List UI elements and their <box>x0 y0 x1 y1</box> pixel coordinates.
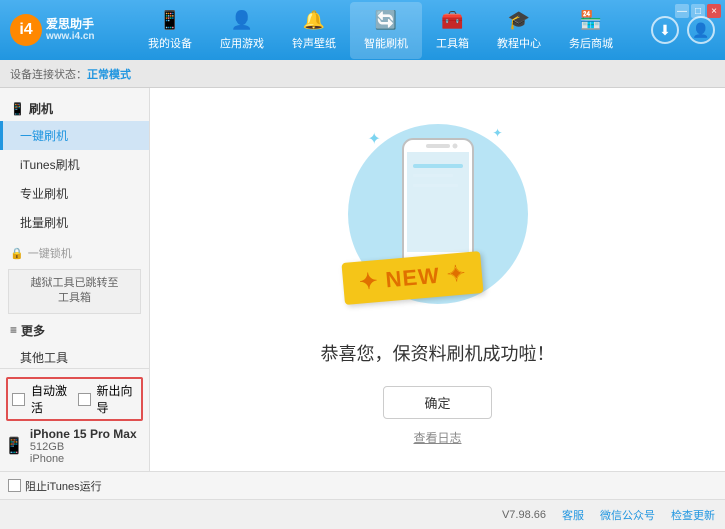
sidebar-item-one-key-flash[interactable]: 一键刷机 <box>0 121 149 150</box>
lock-icon: 🔒 <box>10 247 24 260</box>
sidebar-section-flash-header: 📱 刷机 <box>0 96 149 121</box>
status-label: 设备连接状态： <box>10 66 87 82</box>
itunes-bar: 阻止iTunes运行 <box>0 471 725 499</box>
sidebar-item-other-tools[interactable]: 其他工具 <box>0 343 149 368</box>
flash-section-icon: 📱 <box>10 102 25 116</box>
breadcrumb: 设备连接状态： 正常模式 <box>0 60 725 88</box>
more-section-label: 更多 <box>21 322 45 339</box>
wechat-link[interactable]: 微信公众号 <box>600 507 655 523</box>
success-message: 恭喜您，保资料刷机成功啦！ <box>321 340 555 366</box>
device-name: iPhone 15 Pro Max <box>30 427 137 441</box>
tab-smart-flash-label: 智能刷机 <box>364 35 408 51</box>
tab-tutorial-label: 教程中心 <box>497 35 541 51</box>
window-controls: — □ × <box>675 4 721 18</box>
guide-label: 新出向导 <box>97 382 138 416</box>
auto-activate-label: 自动激活 <box>31 382 72 416</box>
sidebar-section-more-header: ≡ 更多 <box>0 318 149 343</box>
tab-toolbox-label: 工具箱 <box>436 35 469 51</box>
auto-activate-checkbox[interactable] <box>12 393 25 406</box>
bottom-bar: V7.98.66 客服 微信公众号 检查更新 <box>0 499 725 529</box>
sidebar-section-more: ≡ 更多 其他工具 下载固件 高级功能 <box>0 318 149 368</box>
sidebar-bottom: 自动激活 新出向导 📱 iPhone 15 Pro Max 512GB iPho… <box>0 368 149 471</box>
status-value: 正常模式 <box>87 66 131 82</box>
sidebar-item-pro-flash[interactable]: 专业刷机 <box>0 179 149 208</box>
pro-flash-label: 专业刷机 <box>20 185 68 202</box>
device-options-row: 自动激活 新出向导 <box>6 377 143 421</box>
success-illustration: ✦ ✦ <box>338 114 538 324</box>
sidebar-disabled-lock: 🔒 一键锁机 <box>0 241 149 265</box>
tab-app-game-label: 应用游戏 <box>220 35 264 51</box>
logo: i4 爱思助手 www.i4.cn <box>10 14 110 46</box>
tab-tutorial[interactable]: 🎓 教程中心 <box>483 2 555 59</box>
sidebar: 📱 刷机 一键刷机 iTunes刷机 专业刷机 批量刷机 <box>0 88 150 471</box>
itunes-flash-label: iTunes刷机 <box>20 156 80 173</box>
tab-app-game[interactable]: 👤 应用游戏 <box>206 2 278 59</box>
batch-flash-label: 批量刷机 <box>20 214 68 231</box>
bottom-right: V7.98.66 客服 微信公众号 检查更新 <box>502 507 715 523</box>
new-badge-text: ✦ NEW ✦ <box>358 260 467 294</box>
device-icon: 📱 <box>4 436 24 456</box>
check-update-link[interactable]: 检查更新 <box>671 507 715 523</box>
confirm-button[interactable]: 确定 <box>383 386 491 419</box>
tutorial-icon: 🎓 <box>508 10 530 31</box>
download-button[interactable]: ⬇ <box>651 16 679 44</box>
device-info: 📱 iPhone 15 Pro Max 512GB iPhone <box>0 425 149 467</box>
user-button[interactable]: 👤 <box>687 16 715 44</box>
tab-ringtone[interactable]: 🔔 铃声壁纸 <box>278 2 350 59</box>
tab-smart-flash[interactable]: 🔄 智能刷机 <box>350 2 422 59</box>
itunes-checkbox[interactable] <box>8 479 21 492</box>
header: i4 爱思助手 www.i4.cn 📱 我的设备 👤 应用游戏 🔔 铃声壁纸 🔄 <box>0 0 725 60</box>
maximize-button[interactable]: □ <box>691 4 705 18</box>
tab-ringtone-label: 铃声壁纸 <box>292 35 336 51</box>
nav-tabs: 📱 我的设备 👤 应用游戏 🔔 铃声壁纸 🔄 智能刷机 🧰 工具箱 🎓 <box>110 2 651 59</box>
logo-icon: i4 <box>10 14 42 46</box>
minimize-button[interactable]: — <box>675 4 689 18</box>
log-link[interactable]: 查看日志 <box>413 429 461 446</box>
device-type: iPhone <box>30 453 137 465</box>
version: V7.98.66 <box>502 509 546 521</box>
device-details: iPhone 15 Pro Max 512GB iPhone <box>30 427 137 465</box>
service-icon: 🏪 <box>580 10 602 31</box>
smart-flash-icon: 🔄 <box>375 10 397 31</box>
tab-my-device[interactable]: 📱 我的设备 <box>134 2 206 59</box>
device-storage: 512GB <box>30 441 137 453</box>
other-tools-label: 其他工具 <box>20 349 68 366</box>
sidebar-notice-jailbreak: 越狱工具已跳转至工具箱 <box>8 269 141 314</box>
sidebar-section-flash: 📱 刷机 一键刷机 iTunes刷机 专业刷机 批量刷机 <box>0 96 149 237</box>
lock-label: 一键锁机 <box>28 245 72 261</box>
sidebar-item-batch-flash[interactable]: 批量刷机 <box>0 208 149 237</box>
one-key-flash-label: 一键刷机 <box>20 127 68 144</box>
itunes-label: 阻止iTunes运行 <box>25 478 102 494</box>
more-section-icon: ≡ <box>10 323 17 337</box>
sparkle-1: ✦ <box>368 129 381 149</box>
header-actions: ⬇ 👤 <box>651 16 715 44</box>
sidebar-section-lock: 🔒 一键锁机 越狱工具已跳转至工具箱 <box>0 241 149 314</box>
tab-service[interactable]: 🏪 务后商城 <box>555 2 627 59</box>
ringtone-icon: 🔔 <box>303 10 325 31</box>
sidebar-item-itunes-flash[interactable]: iTunes刷机 <box>0 150 149 179</box>
customer-service-link[interactable]: 客服 <box>562 507 584 523</box>
tab-my-device-label: 我的设备 <box>148 35 192 51</box>
tab-toolbox[interactable]: 🧰 工具箱 <box>422 2 483 59</box>
flash-section-label: 刷机 <box>29 100 53 117</box>
logo-text: 爱思助手 www.i4.cn <box>46 17 95 43</box>
app-subtitle: www.i4.cn <box>46 31 95 43</box>
app-game-icon: 👤 <box>231 10 253 31</box>
content-area: ✦ ✦ <box>150 88 725 471</box>
sidebar-top: 📱 刷机 一键刷机 iTunes刷机 专业刷机 批量刷机 <box>0 88 149 368</box>
my-device-icon: 📱 <box>159 10 181 31</box>
sparkle-2: ✦ <box>492 126 502 140</box>
tab-service-label: 务后商城 <box>569 35 613 51</box>
guide-checkbox[interactable] <box>78 393 91 406</box>
app-title: 爱思助手 <box>46 17 95 31</box>
toolbox-icon: 🧰 <box>441 10 463 31</box>
close-button[interactable]: × <box>707 4 721 18</box>
